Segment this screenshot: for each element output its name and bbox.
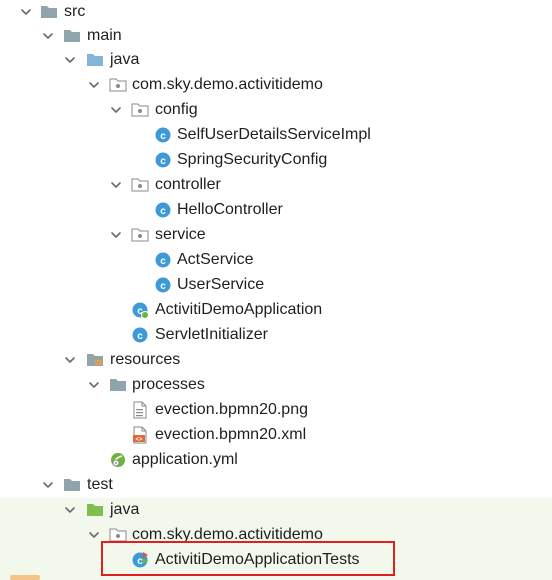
- spring-boot-class-icon: [131, 301, 149, 319]
- tree-row-evection-png[interactable]: evection.bpmn20.png: [0, 398, 552, 423]
- chevron-down-icon[interactable]: [62, 352, 78, 368]
- tree-row-evection-xml[interactable]: evection.bpmn20.xml: [0, 423, 552, 448]
- tree-label: main: [87, 27, 122, 44]
- chevron-down-icon[interactable]: [62, 502, 78, 518]
- tree-label: UserService: [177, 276, 265, 293]
- tree-label: ActService: [177, 251, 254, 268]
- folder-icon: [63, 476, 81, 494]
- tree-row-test-java[interactable]: java: [0, 498, 552, 523]
- tree-label: evection.bpmn20.png: [155, 401, 308, 418]
- chevron-down-icon[interactable]: [86, 77, 102, 93]
- tree-label: ServletInitializer: [155, 326, 268, 343]
- image-file-icon: [131, 401, 149, 419]
- tree-label: SpringSecurityConfig: [177, 151, 328, 168]
- tree-row-hello-controller[interactable]: HelloController: [0, 198, 552, 223]
- tree-row-act-service[interactable]: ActService: [0, 248, 552, 273]
- package-icon: [131, 176, 149, 194]
- tree-row-resources[interactable]: resources: [0, 348, 552, 373]
- tree-row-main[interactable]: main: [0, 24, 552, 49]
- tree-row-spring-security-config[interactable]: SpringSecurityConfig: [0, 148, 552, 173]
- tree-row-servlet-initializer[interactable]: ServletInitializer: [0, 323, 552, 348]
- package-icon: [131, 101, 149, 119]
- tree-row-src[interactable]: src: [0, 0, 552, 25]
- chevron-down-icon[interactable]: [62, 52, 78, 68]
- tree-row-self-user-details-service-impl[interactable]: SelfUserDetailsServiceImpl: [0, 123, 552, 148]
- tree-row-config[interactable]: config: [0, 98, 552, 123]
- tree-label: processes: [132, 376, 205, 393]
- chevron-down-icon[interactable]: [40, 477, 56, 493]
- class-icon: [131, 326, 149, 344]
- folder-icon: [109, 376, 127, 394]
- tree-row-service[interactable]: service: [0, 223, 552, 248]
- tree-label: config: [155, 101, 198, 118]
- test-source-folder-icon: [86, 501, 104, 519]
- yaml-config-icon: [109, 451, 127, 469]
- tree-row-main-java[interactable]: java: [0, 48, 552, 73]
- tree-label: src: [64, 3, 86, 20]
- tree-label: com.sky.demo.activitidemo: [132, 76, 323, 93]
- tree-label: test: [87, 476, 113, 493]
- source-folder-icon: [86, 51, 104, 69]
- tree-row-main-package[interactable]: com.sky.demo.activitidemo: [0, 73, 552, 98]
- class-icon: [154, 201, 172, 219]
- tree-label: ActivitiDemoApplication: [155, 301, 323, 318]
- highlight-box: [101, 541, 395, 576]
- chevron-down-icon[interactable]: [108, 102, 124, 118]
- package-icon: [109, 76, 127, 94]
- xml-file-icon: [131, 426, 149, 444]
- package-icon: [131, 226, 149, 244]
- chevron-down-icon[interactable]: [86, 377, 102, 393]
- tree-row-application-yml[interactable]: application.yml: [0, 448, 552, 473]
- tree-row-test[interactable]: test: [0, 473, 552, 498]
- tree-label: application.yml: [132, 451, 238, 468]
- class-icon: [154, 151, 172, 169]
- tree-label: service: [155, 226, 206, 243]
- class-icon: [154, 251, 172, 269]
- tree-label: java: [110, 51, 140, 68]
- tree-label: controller: [155, 176, 221, 193]
- class-icon: [154, 126, 172, 144]
- tree-row-activiti-demo-application[interactable]: ActivitiDemoApplication: [0, 298, 552, 323]
- chevron-down-icon[interactable]: [40, 28, 56, 44]
- tree-label: resources: [110, 351, 181, 368]
- tree-row-controller[interactable]: controller: [0, 173, 552, 198]
- partial-row-icon: [10, 575, 40, 580]
- chevron-down-icon[interactable]: [18, 4, 34, 20]
- tree-label: java: [110, 501, 140, 518]
- folder-icon: [40, 3, 58, 21]
- tree-label: HelloController: [177, 201, 283, 218]
- chevron-down-icon[interactable]: [108, 227, 124, 243]
- chevron-down-icon[interactable]: [86, 527, 102, 543]
- class-icon: [154, 276, 172, 294]
- tree-label: evection.bpmn20.xml: [155, 426, 307, 443]
- tree-row-processes[interactable]: processes: [0, 373, 552, 398]
- tree-label: SelfUserDetailsServiceImpl: [177, 126, 371, 143]
- resources-folder-icon: [86, 351, 104, 369]
- folder-icon: [63, 27, 81, 45]
- tree-row-user-service[interactable]: UserService: [0, 273, 552, 298]
- chevron-down-icon[interactable]: [108, 177, 124, 193]
